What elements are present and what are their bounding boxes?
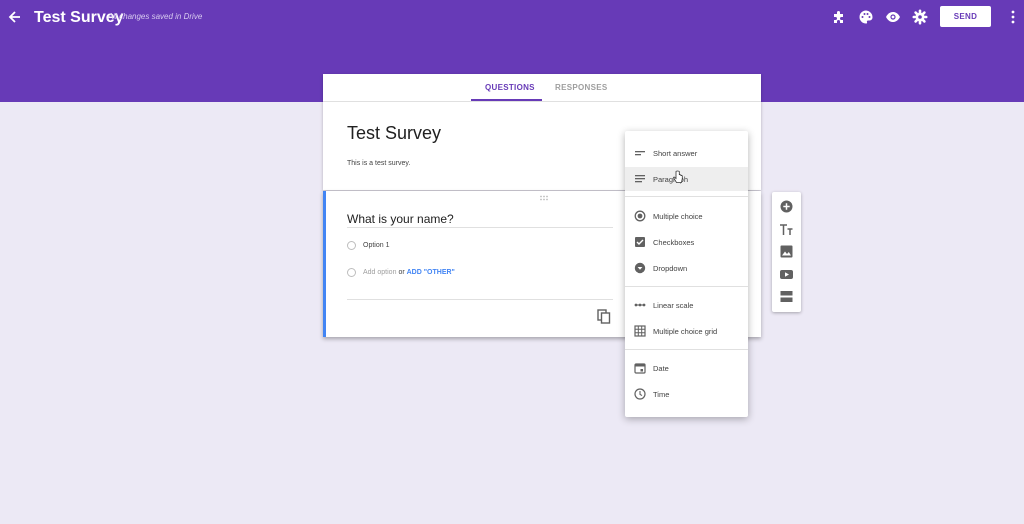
menu-item-multiple-choice-grid[interactable]: Multiple choice grid	[625, 319, 748, 343]
menu-divider	[625, 196, 748, 197]
or-label: or	[398, 269, 405, 276]
duplicate-icon[interactable]	[597, 309, 611, 324]
menu-item-label: Multiple choice	[653, 212, 703, 221]
menu-item-short-answer[interactable]: Short answer	[625, 141, 748, 165]
addons-icon[interactable]	[831, 9, 847, 25]
add-question-icon[interactable]	[779, 199, 794, 214]
radio-icon	[347, 241, 356, 250]
menu-item-checkboxes[interactable]: Checkboxes	[625, 230, 748, 254]
radio-button-icon	[634, 210, 646, 222]
add-section-icon[interactable]	[779, 289, 794, 304]
linear-scale-icon	[634, 303, 646, 307]
drag-handle-icon[interactable]	[539, 195, 551, 201]
send-button[interactable]: SEND	[940, 6, 991, 27]
tab-questions[interactable]: QUESTIONS	[485, 83, 535, 92]
menu-item-dropdown[interactable]: Dropdown	[625, 256, 748, 280]
menu-divider	[625, 286, 748, 287]
add-option-link[interactable]: Add option	[363, 269, 396, 276]
menu-item-label: Date	[653, 364, 669, 373]
back-arrow-icon[interactable]	[8, 8, 22, 26]
question-title-input[interactable]: What is your name?	[347, 212, 613, 228]
question-type-menu: Short answer Paragraph Multiple choice C…	[625, 131, 748, 417]
add-other-link[interactable]: ADD "OTHER"	[407, 269, 455, 276]
option-1-input[interactable]: Option 1	[363, 242, 389, 249]
menu-item-time[interactable]: Time	[625, 382, 748, 406]
paragraph-icon	[635, 175, 645, 183]
menu-item-label: Checkboxes	[653, 238, 695, 247]
radio-icon	[347, 268, 356, 277]
side-toolbar	[772, 192, 801, 312]
menu-item-multiple-choice[interactable]: Multiple choice	[625, 204, 748, 228]
dropdown-icon	[634, 262, 646, 274]
clock-icon	[634, 388, 646, 400]
question-footer-divider	[347, 299, 613, 300]
preview-eye-icon[interactable]	[885, 9, 901, 25]
more-vert-icon[interactable]	[1007, 9, 1019, 25]
menu-item-label: Multiple choice grid	[653, 327, 718, 336]
menu-item-label: Short answer	[653, 149, 698, 158]
add-image-icon[interactable]	[779, 244, 794, 259]
menu-divider	[625, 349, 748, 350]
grid-icon	[634, 325, 646, 337]
settings-gear-icon[interactable]	[912, 9, 928, 25]
form-description[interactable]: This is a test survey.	[347, 160, 410, 167]
menu-item-label: Dropdown	[653, 264, 688, 273]
add-option-row: Add option or ADD "OTHER"	[363, 269, 455, 276]
calendar-icon	[634, 363, 646, 374]
add-video-icon[interactable]	[779, 267, 794, 282]
menu-item-linear-scale[interactable]: Linear scale	[625, 293, 748, 317]
short-answer-icon	[635, 151, 645, 156]
menu-item-date[interactable]: Date	[625, 356, 748, 380]
checkbox-icon	[635, 237, 645, 247]
menu-item-label: Time	[653, 390, 670, 399]
palette-icon[interactable]	[858, 9, 874, 25]
hand-cursor-icon	[673, 170, 683, 183]
menu-item-paragraph[interactable]: Paragraph	[625, 167, 748, 191]
save-status: All changes saved in Drive	[108, 12, 203, 21]
form-title[interactable]: Test Survey	[347, 123, 441, 144]
tab-responses[interactable]: RESPONSES	[555, 83, 608, 92]
tab-divider	[323, 101, 761, 102]
menu-item-label: Linear scale	[653, 301, 694, 310]
add-title-icon[interactable]	[779, 222, 794, 237]
